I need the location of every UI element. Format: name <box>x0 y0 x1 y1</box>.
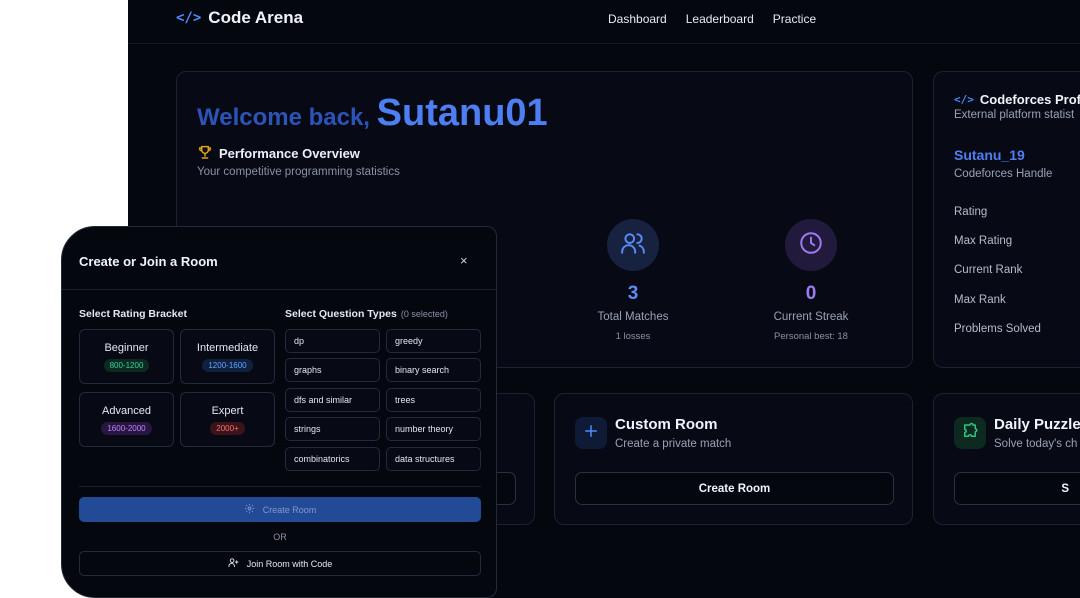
stat-current-streak: 0 Current Streak Personal best: 18 <box>751 219 871 342</box>
bracket-range-badge: 2000+ <box>210 422 245 435</box>
welcome-prefix: Welcome back, <box>197 104 370 131</box>
qtype-strings[interactable]: strings <box>285 417 380 441</box>
cf-row-problems-solved: Problems Solved <box>954 323 1041 335</box>
codeforces-title: </> Codeforces Profil <box>954 92 1080 107</box>
nav-links: Dashboard Leaderboard Practice <box>608 12 816 26</box>
codeforces-handle[interactable]: Sutanu_19 <box>954 147 1025 163</box>
daily-puzzle-card: Daily Puzzle Solve today's ch S <box>933 393 1080 525</box>
custom-room-subtitle: Create a private match <box>615 438 732 450</box>
trophy-icon <box>197 144 213 163</box>
stat-sub: Personal best: 18 <box>774 331 848 342</box>
close-icon[interactable]: × <box>460 253 468 268</box>
bracket-range-badge: 1200-1600 <box>202 359 253 372</box>
plus-icon-box <box>575 417 607 449</box>
stat-icon-circle <box>607 219 659 271</box>
qtype-dp[interactable]: dp <box>285 329 380 353</box>
qtype-greedy[interactable]: greedy <box>386 329 481 353</box>
performance-subtitle: Your competitive programming statistics <box>197 166 400 178</box>
create-room-button[interactable]: Create Room <box>79 497 481 522</box>
selected-count: (0 selected) <box>400 309 448 319</box>
create-room-card-button[interactable]: Create Room <box>575 472 894 505</box>
custom-room-card: Custom Room Create a private match Creat… <box>554 393 913 525</box>
qtype-binary-search[interactable]: binary search <box>386 358 481 382</box>
join-room-label: Join Room with Code <box>246 558 333 569</box>
cf-row-max-rating: Max Rating <box>954 235 1013 247</box>
custom-room-title: Custom Room <box>615 416 718 433</box>
qtype-dfs-and-similar[interactable]: dfs and similar <box>285 388 380 412</box>
performance-title-text: Performance Overview <box>219 146 360 161</box>
qtype-graphs[interactable]: graphs <box>285 358 380 382</box>
bracket-range-badge: 1600-2000 <box>101 422 152 435</box>
bracket-advanced[interactable]: Advanced 1600-2000 <box>79 392 174 447</box>
bracket-name: Advanced <box>102 405 151 417</box>
stat-total-matches: 3 Total Matches 1 losses <box>573 219 693 342</box>
daily-puzzle-subtitle: Solve today's ch <box>994 438 1078 450</box>
bracket-expert[interactable]: Expert 2000+ <box>180 392 275 447</box>
brand[interactable]: </> Code Arena <box>176 8 303 28</box>
users-icon <box>620 230 646 261</box>
modal-title: Create or Join a Room <box>79 254 218 269</box>
create-join-room-modal: Create or Join a Room × Select Rating Br… <box>61 226 497 598</box>
daily-puzzle-button[interactable]: S <box>954 472 1080 505</box>
stat-label: Current Streak <box>773 311 849 323</box>
welcome-heading: Welcome back, Sutanu01 <box>197 92 548 135</box>
nav-link-leaderboard[interactable]: Leaderboard <box>686 12 754 26</box>
user-plus-icon <box>228 557 239 570</box>
qtype-data-structures[interactable]: data structures <box>386 447 481 471</box>
stat-sub: 1 losses <box>615 331 651 342</box>
daily-puzzle-title: Daily Puzzle <box>994 416 1080 433</box>
cf-row-rating: Rating <box>954 206 988 218</box>
divider <box>62 289 496 290</box>
brand-title: Code Arena <box>208 8 304 27</box>
codeforces-title-text: Codeforces Profil <box>979 92 1080 107</box>
stat-value: 3 <box>627 283 639 304</box>
bracket-name: Expert <box>211 405 244 417</box>
question-types-label-text: Select Question Types <box>285 308 397 320</box>
codeforces-card: </> Codeforces Profil External platform … <box>933 71 1080 368</box>
bracket-name: Intermediate <box>196 342 259 354</box>
qtype-number-theory[interactable]: number theory <box>386 417 481 441</box>
performance-title: Performance Overview <box>197 144 360 163</box>
or-separator: OR <box>273 532 287 542</box>
username: Sutanu01 <box>376 92 548 134</box>
qtype-trees[interactable]: trees <box>386 388 481 412</box>
clock-icon <box>798 230 824 261</box>
nav-link-dashboard[interactable]: Dashboard <box>608 12 667 26</box>
gear-icon <box>244 503 255 516</box>
cf-row-current-rank: Current Rank <box>954 264 1023 276</box>
plus-icon <box>582 422 600 445</box>
question-types-label: Select Question Types (0 selected) <box>285 308 448 320</box>
bracket-range-badge: 800-1200 <box>103 359 150 372</box>
bracket-intermediate[interactable]: Intermediate 1200-1600 <box>180 329 275 384</box>
code-icon: </> <box>954 93 974 106</box>
rating-bracket-label: Select Rating Bracket <box>79 308 187 320</box>
qtype-combinatorics[interactable]: combinatorics <box>285 447 380 471</box>
stat-icon-circle <box>785 219 837 271</box>
codeforces-subtitle: External platform statist <box>954 109 1075 121</box>
codeforces-handle-label: Codeforces Handle <box>954 168 1053 180</box>
cf-row-max-rank: Max Rank <box>954 294 1006 306</box>
top-navbar: </> Code Arena Dashboard Leaderboard Pra… <box>128 0 1080 44</box>
divider <box>79 486 481 487</box>
nav-link-practice[interactable]: Practice <box>773 12 816 26</box>
bracket-name: Beginner <box>104 342 149 354</box>
puzzle-icon-box <box>954 417 986 449</box>
code-icon: </> <box>176 10 202 26</box>
stat-value: 0 <box>805 283 817 304</box>
stat-label: Total Matches <box>597 311 669 323</box>
join-room-button[interactable]: Join Room with Code <box>79 551 481 576</box>
create-room-label: Create Room <box>262 504 317 515</box>
puzzle-icon <box>961 422 979 445</box>
bracket-beginner[interactable]: Beginner 800-1200 <box>79 329 174 384</box>
